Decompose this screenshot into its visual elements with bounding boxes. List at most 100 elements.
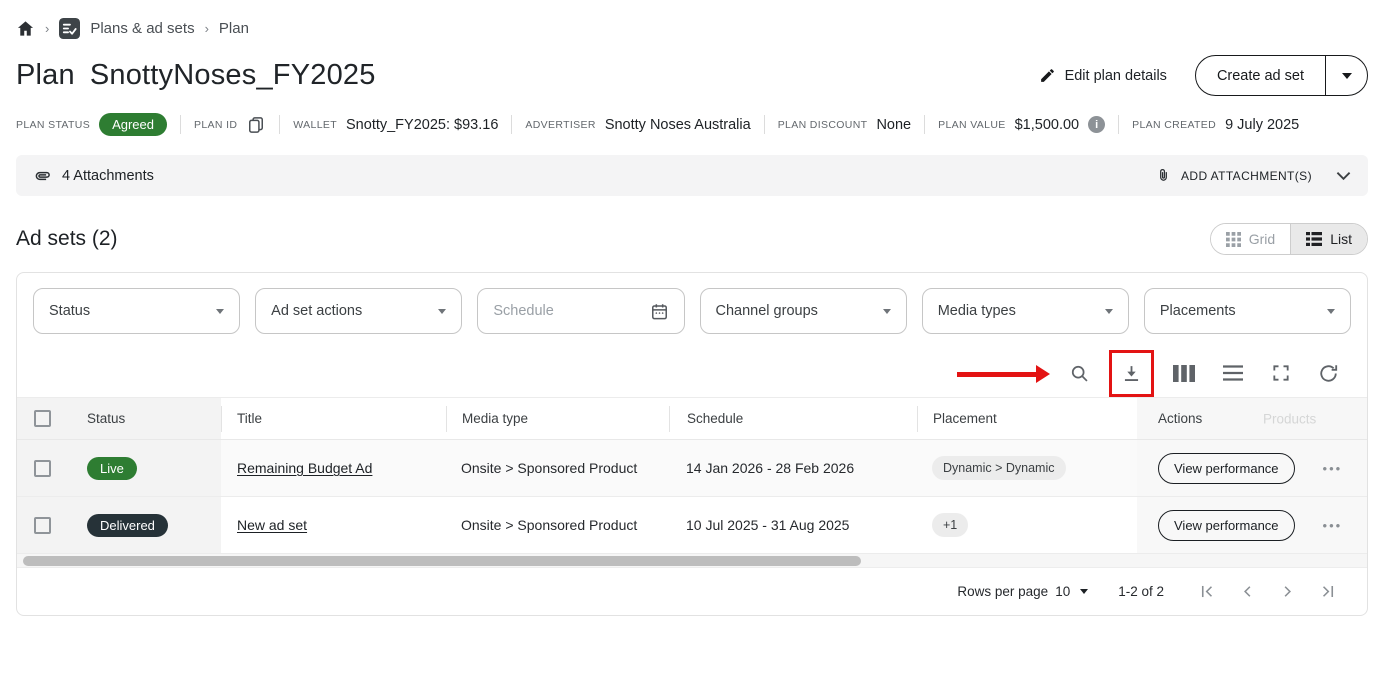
schedule-input[interactable] (493, 303, 650, 319)
divider (924, 115, 926, 134)
breadcrumb-section[interactable]: Plans & ad sets (90, 20, 194, 37)
media-types-filter[interactable]: Media types (921, 288, 1129, 334)
advertiser-value: Snotty Noses Australia (604, 116, 751, 133)
ad-set-title-link[interactable]: Remaining Budget Ad (237, 460, 372, 476)
plan-discount-label: PLAN DISCOUNT (777, 118, 868, 131)
create-ad-set-label: Create ad set (1216, 67, 1304, 84)
list-view-button[interactable]: List (1290, 224, 1367, 254)
view-performance-button[interactable]: View performance (1158, 509, 1295, 541)
fullscreen-icon[interactable] (1271, 363, 1291, 383)
edit-plan-details-label: Edit plan details (1064, 67, 1167, 84)
plan-id-label: PLAN ID (193, 118, 238, 131)
horizontal-scrollbar-thumb[interactable] (23, 556, 861, 566)
chevron-down-icon (438, 308, 447, 314)
chevron-right-icon: › (45, 21, 50, 36)
calendar-icon (650, 302, 669, 321)
table-toolbar (17, 349, 1367, 398)
horizontal-scrollbar-track[interactable] (17, 554, 1367, 568)
pagination-range: 1-2 of 2 (1118, 584, 1164, 599)
wallet-label: WALLET (293, 118, 338, 131)
last-page-icon[interactable] (1318, 582, 1337, 601)
channel-groups-filter[interactable]: Channel groups (699, 288, 907, 334)
more-actions-icon[interactable]: ••• (1323, 518, 1343, 533)
create-ad-set-button[interactable]: Create ad set (1196, 56, 1325, 95)
placements-filter[interactable]: Placements (1143, 288, 1352, 334)
view-columns-icon[interactable] (1173, 364, 1195, 383)
annotation-arrow (957, 365, 1050, 382)
placement-chip: +1 (932, 513, 969, 537)
add-attachments-label: ADD ATTACHMENT(S) (1180, 168, 1312, 183)
plan-value-label: PLAN VALUE (938, 118, 1006, 131)
column-header-placement[interactable]: Placement (933, 411, 997, 426)
annotation-highlight-box (1109, 349, 1154, 397)
add-attachments-button[interactable]: ADD ATTACHMENT(S) (1156, 167, 1351, 184)
search-icon[interactable] (1069, 363, 1090, 384)
chevron-down-icon (1336, 171, 1351, 181)
chevron-down-icon (1341, 72, 1352, 79)
density-icon[interactable] (1222, 364, 1244, 382)
schedule-filter[interactable] (477, 288, 685, 334)
table-row: Live Remaining Budget Ad Onsite > Sponso… (17, 440, 1367, 497)
edit-plan-details-button[interactable]: Edit plan details (1039, 67, 1167, 84)
chevron-down-icon (1080, 589, 1089, 594)
media-type-value: Onsite > Sponsored Product (461, 460, 638, 476)
divider (763, 115, 765, 134)
table-row: Delivered New ad set Onsite > Sponsored … (17, 497, 1367, 554)
adsets-card: Status Ad set actions Channel groups Med… (16, 272, 1368, 616)
create-ad-set-split-button: Create ad set (1194, 55, 1368, 96)
placements-filter-label: Placements (1159, 303, 1236, 319)
media-types-filter-label: Media types (937, 303, 1016, 319)
status-filter[interactable]: Status (33, 288, 241, 334)
column-header-title[interactable]: Title (237, 411, 262, 426)
column-header-actions[interactable]: Actions (1158, 411, 1202, 426)
info-icon[interactable]: i (1088, 116, 1106, 133)
column-header-status[interactable]: Status (87, 411, 125, 426)
plan-status-badge: Agreed (99, 113, 167, 136)
grid-icon (1225, 231, 1241, 247)
page-title-prefix: Plan (16, 59, 75, 91)
plan-discount-value: None (876, 116, 912, 133)
create-ad-set-dropdown-toggle[interactable] (1325, 56, 1367, 95)
first-page-icon[interactable] (1198, 582, 1217, 601)
refresh-icon[interactable] (1318, 363, 1339, 384)
filter-row: Status Ad set actions Channel groups Med… (17, 273, 1367, 349)
schedule-value: 14 Jan 2026 - 28 Feb 2026 (686, 460, 855, 476)
more-actions-icon[interactable]: ••• (1323, 461, 1343, 476)
ad-set-actions-filter-label: Ad set actions (271, 303, 363, 319)
ad-set-title-link[interactable]: New ad set (237, 517, 307, 533)
rows-per-page-label: Rows per page (957, 584, 1049, 599)
download-icon[interactable] (1121, 363, 1142, 384)
row-checkbox[interactable] (34, 459, 51, 477)
ad-set-actions-filter[interactable]: Ad set actions (255, 288, 463, 334)
rows-per-page-value: 10 (1055, 584, 1071, 599)
plan-value-value: $1,500.00 (1014, 116, 1080, 133)
select-all-checkbox[interactable] (34, 410, 51, 427)
media-type-value: Onsite > Sponsored Product (461, 517, 638, 533)
column-header-media-type[interactable]: Media type (462, 411, 528, 426)
status-badge: Delivered (87, 513, 168, 537)
chevron-right-icon: › (204, 21, 209, 36)
rows-per-page-control[interactable]: Rows per page 10 (957, 584, 1089, 599)
plans-list-icon[interactable] (59, 18, 81, 39)
column-header-products-ghost: Products (1263, 411, 1317, 426)
grid-view-label: Grid (1248, 231, 1276, 247)
row-checkbox[interactable] (34, 516, 51, 534)
breadcrumb: › Plans & ad sets › Plan (0, 0, 1384, 39)
next-page-icon[interactable] (1278, 582, 1297, 601)
placement-chip: Dynamic > Dynamic (932, 456, 1066, 480)
column-header-schedule[interactable]: Schedule (687, 411, 743, 426)
advertiser-label: ADVERTISER (525, 118, 596, 131)
schedule-value: 10 Jul 2025 - 31 Aug 2025 (686, 517, 850, 533)
view-performance-button[interactable]: View performance (1158, 452, 1295, 484)
previous-page-icon[interactable] (1238, 582, 1257, 601)
wallet-value: Snotty_FY2025: $93.16 (346, 116, 499, 133)
plan-created-value: 9 July 2025 (1225, 116, 1300, 133)
divider (279, 115, 281, 134)
copy-icon[interactable] (246, 115, 266, 135)
view-toggle: Grid List (1209, 223, 1368, 255)
paperclip-icon (33, 167, 51, 185)
grid-view-button[interactable]: Grid (1210, 224, 1291, 254)
page-title-name: SnottyNoses_FY2025 (89, 59, 376, 91)
home-icon[interactable] (16, 19, 35, 38)
adsets-heading: Ad sets (2) (16, 227, 118, 250)
